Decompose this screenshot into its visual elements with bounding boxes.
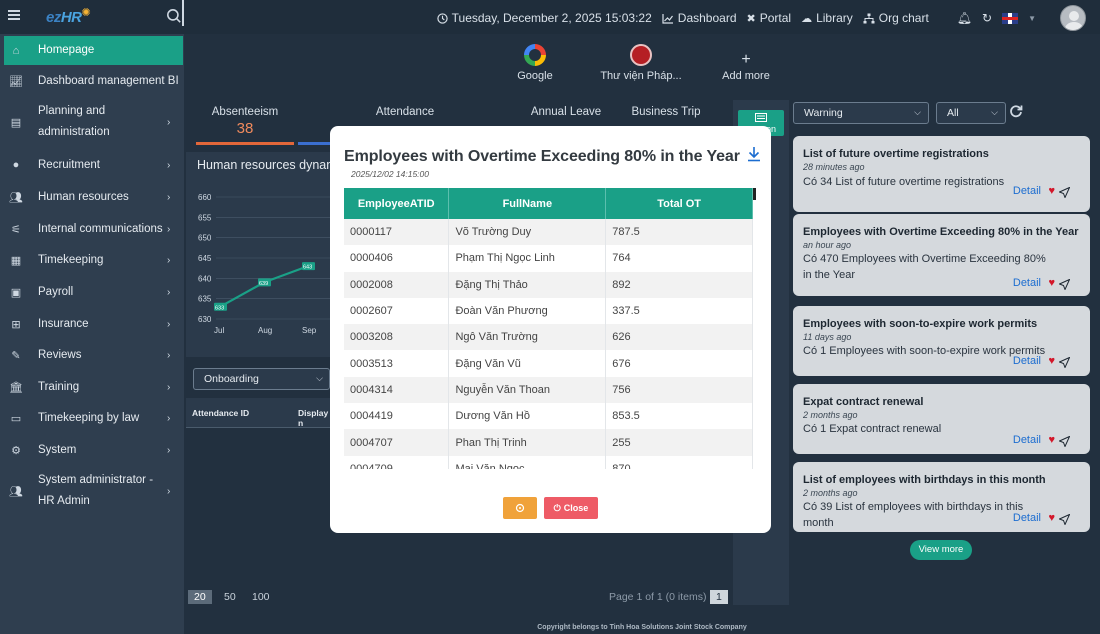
cell-employee-atid: 0004709 [344, 455, 450, 469]
cell-employee-atid: 0003208 [344, 324, 450, 351]
cell-total-ot: 255 [605, 429, 753, 456]
modal-title: Employees with Overtime Exceeding 80% in… [344, 148, 740, 165]
cell-fullname: Mai Văn Ngọc [448, 455, 607, 469]
cell-fullname: Đặng Văn Vũ [448, 350, 607, 377]
column-header-employee-atid[interactable]: EmployeeATID [344, 188, 450, 219]
cell-total-ot: 892 [605, 271, 753, 298]
cell-employee-atid: 0002607 [344, 297, 450, 325]
table-row[interactable]: 0004707 Phan Thị Trinh 255 [344, 429, 753, 456]
cell-employee-atid: 0000406 [344, 245, 450, 272]
cell-total-ot: 870 [605, 455, 753, 469]
overtime-table: EmployeeATID FullName Total OT 0000117 Võ… [344, 188, 753, 469]
table-scrollbar-thumb[interactable] [753, 188, 756, 200]
cell-total-ot: 676 [605, 350, 753, 377]
print-button[interactable] [503, 497, 537, 519]
cell-fullname: Đặng Thị Thảo [448, 271, 607, 298]
cell-fullname: Võ Trường Duy [448, 219, 607, 246]
cell-employee-atid: 0004314 [344, 376, 450, 404]
cell-total-ot: 756 [605, 376, 753, 404]
table-row[interactable]: 0000117 Võ Trường Duy 787.5 [344, 219, 753, 246]
overtime-table-container[interactable]: EmployeeATID FullName Total OT 0000117 Võ… [344, 188, 756, 469]
cell-fullname: Ngô Văn Trường [448, 324, 607, 351]
table-row[interactable]: 0002607 Đoàn Văn Phương 337.5 [344, 297, 753, 325]
table-row[interactable]: 0003208 Ngô Văn Trường 626 [344, 324, 753, 351]
cell-employee-atid: 0004707 [344, 429, 450, 456]
table-row[interactable]: 0004314 Nguyễn Văn Thoan 756 [344, 376, 753, 404]
cell-total-ot: 853.5 [605, 403, 753, 430]
cell-total-ot: 626 [605, 324, 753, 351]
print-icon [515, 503, 525, 513]
cell-total-ot: 787.5 [605, 219, 753, 246]
table-row[interactable]: 0004709 Mai Văn Ngọc 870 [344, 455, 753, 469]
cell-fullname: Đoàn Văn Phương [448, 297, 607, 325]
table-row[interactable]: 0003513 Đặng Văn Vũ 676 [344, 350, 753, 377]
table-row[interactable]: 0000406 Phạm Thị Ngọc Linh 764 [344, 245, 753, 272]
cell-total-ot: 764 [605, 245, 753, 272]
cell-fullname: Nguyễn Văn Thoan [448, 376, 607, 404]
power-icon: ⏻ [553, 502, 561, 513]
modal-date: 2025/12/02 14:15:00 [351, 169, 429, 179]
close-button[interactable]: ⏻ Close [544, 497, 598, 519]
cell-fullname: Phạm Thị Ngọc Linh [448, 245, 607, 272]
cell-employee-atid: 0004419 [344, 403, 450, 430]
cell-employee-atid: 0003513 [344, 350, 450, 377]
cell-employee-atid: 0000117 [344, 219, 450, 246]
table-row[interactable]: 0002008 Đặng Thị Thảo 892 [344, 271, 753, 298]
column-header-fullname[interactable]: FullName [448, 188, 607, 219]
overtime-modal: Employees with Overtime Exceeding 80% in… [330, 126, 771, 533]
table-row[interactable]: 0004419 Dương Văn Hồ 853.5 [344, 403, 753, 430]
cell-fullname: Phan Thị Trinh [448, 429, 607, 456]
download-icon[interactable] [746, 146, 762, 162]
cell-employee-atid: 0002008 [344, 271, 450, 298]
cell-fullname: Dương Văn Hồ [448, 403, 607, 430]
column-header-total-ot[interactable]: Total OT [605, 188, 753, 219]
cell-total-ot: 337.5 [605, 297, 753, 325]
